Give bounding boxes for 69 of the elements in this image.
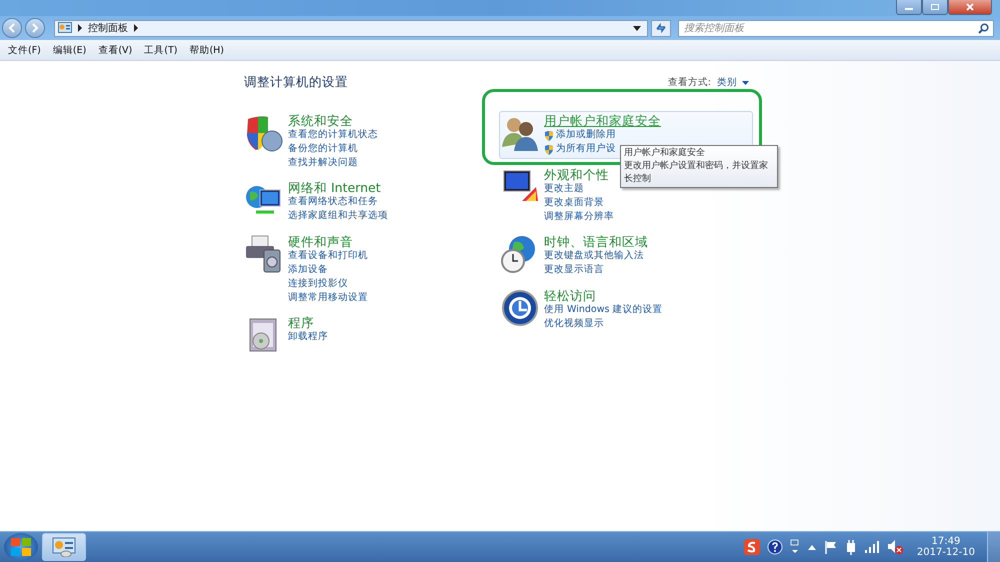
view-by-dropdown[interactable]: 类别 bbox=[717, 76, 749, 89]
back-button[interactable] bbox=[2, 18, 22, 38]
breadcrumb[interactable]: 控制面板 bbox=[88, 21, 128, 35]
clock[interactable]: 17:49 2017-12-10 bbox=[916, 536, 975, 558]
view-by-label: 查看方式: bbox=[668, 76, 711, 89]
category-title[interactable]: 网络和 Internet bbox=[288, 180, 388, 195]
category-title[interactable]: 外观和个性 bbox=[544, 167, 614, 182]
close-icon bbox=[965, 3, 975, 11]
tooltip-text: 更改用户帐户设置和密码，并设置家 bbox=[624, 160, 769, 173]
category-title[interactable]: 硬件和声音 bbox=[288, 234, 368, 249]
menu-item[interactable]: 文件(F) bbox=[2, 44, 47, 56]
search-field[interactable]: 搜索控制面板 bbox=[678, 20, 994, 36]
category-link[interactable]: 查看网络状态和任务 bbox=[288, 195, 378, 209]
search-icon bbox=[978, 22, 989, 34]
minimize-button[interactable] bbox=[896, 0, 922, 15]
control-panel-icon bbox=[52, 537, 76, 557]
category-link[interactable]: 为所有用户设 bbox=[556, 142, 616, 156]
category-link[interactable]: 更改显示语言 bbox=[544, 263, 604, 277]
restore-icon bbox=[930, 3, 940, 11]
speaker-muted-icon[interactable] bbox=[886, 539, 903, 555]
signal-icon[interactable] bbox=[864, 540, 880, 554]
clock-date: 2017-12-10 bbox=[916, 547, 975, 558]
category-title[interactable]: 轻松访问 bbox=[544, 288, 662, 303]
category-link[interactable]: 查看设备和打印机 bbox=[288, 249, 368, 263]
menu-item[interactable]: 编辑(E) bbox=[46, 44, 92, 56]
refresh-button[interactable] bbox=[651, 20, 671, 36]
category-link[interactable]: 优化视频显示 bbox=[544, 317, 604, 331]
category-link[interactable]: 调整屏幕分辨率 bbox=[544, 210, 614, 224]
control-panel-icon bbox=[58, 22, 72, 34]
category-title[interactable]: 时钟、语言和区域 bbox=[544, 234, 648, 249]
menu-item[interactable]: 工具(T) bbox=[138, 44, 184, 56]
category-link[interactable]: 选择家庭组和共享选项 bbox=[288, 209, 388, 223]
category-link[interactable]: 备份您的计算机 bbox=[288, 142, 358, 156]
category-link[interactable]: 连接到投影仪 bbox=[288, 277, 348, 291]
category-title[interactable]: 系统和安全 bbox=[288, 113, 378, 128]
clock-time: 17:49 bbox=[932, 536, 960, 547]
category-link[interactable]: 更改主题 bbox=[544, 182, 584, 196]
dropdown-icon[interactable] bbox=[633, 26, 641, 30]
category-link[interactable]: 使用 Windows 建议的设置 bbox=[544, 303, 662, 317]
power-plug-icon[interactable] bbox=[844, 539, 857, 555]
chevron-icon bbox=[77, 24, 83, 32]
chevron-icon bbox=[133, 24, 139, 32]
address-bar[interactable]: 控制面板 bbox=[54, 20, 648, 36]
windows-logo bbox=[10, 536, 32, 558]
accessibility-icon bbox=[500, 288, 540, 328]
category-link[interactable]: 调整常用移动设置 bbox=[288, 291, 368, 305]
category-link[interactable]: 查看您的计算机状态 bbox=[288, 128, 378, 142]
tooltip-text: 长控制 bbox=[624, 173, 652, 186]
taskbar-button[interactable] bbox=[42, 533, 86, 561]
menu-item[interactable]: 帮助(H) bbox=[183, 44, 230, 56]
category-link[interactable]: 添加设备 bbox=[288, 263, 328, 277]
forward-button[interactable] bbox=[25, 18, 45, 38]
menu-item[interactable]: 查看(V) bbox=[92, 44, 138, 56]
close-button[interactable] bbox=[948, 0, 992, 15]
page-heading: 调整计算机的设置 bbox=[244, 74, 348, 91]
category-link[interactable]: 查找并解决问题 bbox=[288, 156, 358, 170]
input-method-icon[interactable] bbox=[744, 539, 760, 555]
category-title[interactable]: 程序 bbox=[288, 315, 328, 330]
category-link[interactable]: 更改键盘或其他输入法 bbox=[544, 249, 644, 263]
restore-button[interactable] bbox=[922, 0, 948, 15]
refresh-icon bbox=[655, 23, 667, 33]
category-link[interactable]: 卸载程序 bbox=[288, 330, 328, 344]
caret-icon bbox=[742, 80, 749, 84]
start-button[interactable] bbox=[4, 533, 38, 561]
tooltip-text: 用户帐户和家庭安全 bbox=[624, 147, 706, 160]
flag-icon[interactable] bbox=[824, 540, 838, 554]
help-icon[interactable] bbox=[766, 539, 783, 555]
category-link[interactable]: 添加或删除用 bbox=[556, 128, 616, 142]
category-link[interactable]: 更改桌面背景 bbox=[544, 196, 604, 210]
